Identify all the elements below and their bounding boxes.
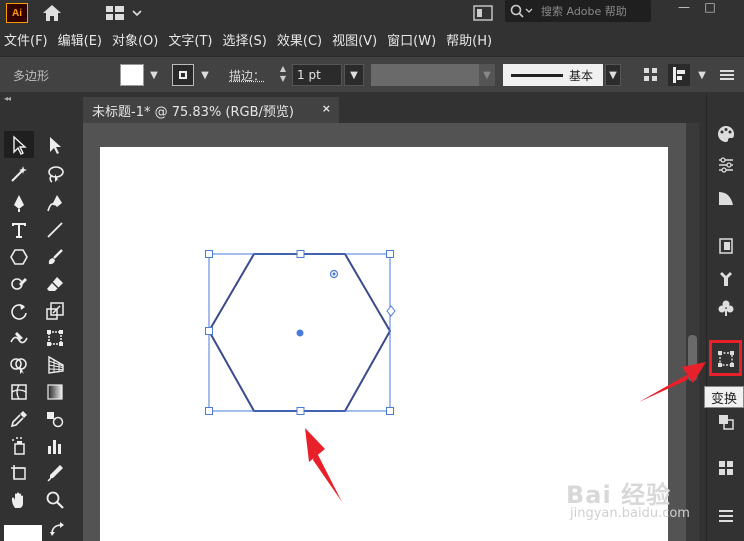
column-graph-icon[interactable] (40, 432, 70, 459)
free-transform-icon[interactable] (40, 324, 70, 351)
symbols-icon[interactable] (711, 294, 741, 322)
line-tool-icon[interactable] (40, 216, 70, 243)
direct-selection-tool-icon[interactable] (40, 131, 70, 158)
properties-panel-icon[interactable] (711, 151, 741, 179)
color-guide-icon[interactable] (711, 184, 741, 212)
search-icon (510, 4, 533, 18)
selected-shape-name: 多边形 (13, 69, 50, 83)
type-tool-icon[interactable] (4, 216, 34, 243)
perspective-grid-icon[interactable] (40, 351, 70, 378)
hand-tool-icon[interactable] (4, 486, 34, 513)
stroke-weight-field[interactable]: 1 pt (292, 64, 342, 86)
scrollbar-thumb[interactable] (688, 335, 697, 381)
selection-tool-icon[interactable] (4, 131, 34, 158)
watermark-brand: Bai 经验 (566, 481, 672, 509)
vertical-scrollbar[interactable] (686, 123, 699, 541)
menu-type[interactable]: 文字(T) (164, 30, 216, 49)
document-title: 未标题-1* @ 75.83% (RGB/预览) (92, 104, 294, 120)
collapse-panel-icon[interactable]: ◂◂ (4, 94, 11, 103)
paintbrush-icon[interactable] (40, 243, 70, 270)
menu-file[interactable]: 文件(F) (0, 30, 52, 49)
slice-tool-icon[interactable] (40, 459, 70, 486)
stroke-weight-dropdown-icon[interactable]: ▼ (344, 64, 364, 86)
stroke-weight-stepper[interactable]: ▲ ▼ (274, 64, 292, 86)
transform-panel-highlight (709, 340, 742, 376)
menu-object[interactable]: 对象(O) (108, 30, 162, 49)
layers-icon[interactable] (711, 502, 741, 530)
gradient-tool-icon[interactable] (40, 378, 70, 405)
symbol-sprayer-icon[interactable] (4, 432, 34, 459)
libraries-icon[interactable] (711, 232, 741, 260)
minimize-button[interactable]: — (672, 0, 696, 18)
stroke-color-swatch[interactable] (172, 64, 194, 86)
align-dropdown-icon[interactable]: ▼ (694, 64, 710, 86)
menu-window[interactable]: 窗口(W) (383, 30, 440, 49)
fill-dropdown-icon[interactable]: ▼ (146, 64, 162, 86)
swap-colors-icon[interactable] (48, 520, 68, 540)
menu-icon[interactable] (716, 64, 738, 86)
shaper-tool-icon[interactable] (4, 270, 34, 297)
shape-builder-icon[interactable] (4, 351, 34, 378)
artboard-tool-icon[interactable] (4, 459, 34, 486)
curvature-tool-icon[interactable] (40, 189, 70, 216)
title-bar: Ai 搜索 Adobe 帮助 — □ (0, 0, 744, 26)
menu-effect[interactable]: 效果(C) (273, 30, 326, 49)
workspace-switcher-icon[interactable] (104, 3, 144, 23)
search-input[interactable]: 搜索 Adobe 帮助 (505, 0, 651, 22)
color-panel-icon[interactable] (711, 120, 741, 148)
document-tab[interactable]: 未标题-1* @ 75.83% (RGB/预览) × (83, 97, 339, 123)
warp-tool-icon[interactable] (4, 324, 34, 351)
stroke-dropdown-icon[interactable]: ▼ (197, 64, 213, 86)
variable-width-profile[interactable] (371, 64, 479, 86)
rotate-tool-icon[interactable] (4, 297, 34, 324)
brushes-icon[interactable] (711, 264, 741, 292)
swatches-icon[interactable] (711, 454, 741, 482)
app-logo: Ai (6, 3, 28, 23)
pen-tool-icon[interactable] (4, 189, 34, 216)
watermark: Bai 经验 jingyan.baidu.com (566, 475, 690, 521)
restore-button[interactable]: □ (698, 0, 722, 18)
grid-align-icon[interactable] (640, 64, 662, 86)
home-icon[interactable] (40, 2, 64, 24)
align-options-icon[interactable] (668, 64, 690, 86)
brush-label: 基本 (569, 68, 594, 83)
variable-width-dropdown-icon[interactable]: ▼ (479, 64, 495, 86)
menu-help[interactable]: 帮助(H) (442, 30, 496, 49)
mesh-tool-icon[interactable] (4, 378, 34, 405)
zoom-tool-icon[interactable] (40, 486, 70, 513)
transform-tooltip: 变换 (704, 386, 744, 408)
blend-tool-icon[interactable] (40, 405, 70, 432)
search-placeholder: 搜索 Adobe 帮助 (541, 5, 627, 18)
magic-wand-icon[interactable] (4, 160, 34, 187)
menu-view[interactable]: 视图(V) (328, 30, 381, 49)
menu-bar: 文件(F) 编辑(E) 对象(O) 文字(T) 选择(S) 效果(C) 视图(V… (0, 26, 744, 52)
brush-dropdown-icon[interactable]: ▼ (605, 64, 621, 86)
align-panel-icon[interactable] (711, 408, 741, 436)
fill-color-swatch[interactable] (120, 64, 144, 86)
panel-dock (706, 94, 744, 541)
brush-definition[interactable]: 基本 (503, 64, 603, 86)
menu-select[interactable]: 选择(S) (218, 30, 270, 49)
stroke-label[interactable]: 描边： (229, 67, 265, 84)
menu-edit[interactable]: 编辑(E) (54, 30, 106, 49)
watermark-site: jingyan.baidu.com (570, 506, 690, 521)
close-tab-icon[interactable]: × (322, 102, 331, 115)
eyedropper-icon[interactable] (4, 405, 34, 432)
fill-stroke-swatch[interactable] (4, 525, 42, 541)
control-bar: 多边形 ▼ ▼ 描边： ▲ ▼ 1 pt ▼ ▼ 基本 ▼ ▼ (0, 56, 744, 92)
eraser-icon[interactable] (40, 270, 70, 297)
tools-panel: ◂◂ (0, 94, 78, 541)
polygon-tool-icon[interactable] (4, 243, 34, 270)
lasso-icon[interactable] (40, 160, 70, 187)
arrange-documents-icon[interactable] (470, 2, 498, 24)
scale-tool-icon[interactable] (40, 297, 70, 324)
